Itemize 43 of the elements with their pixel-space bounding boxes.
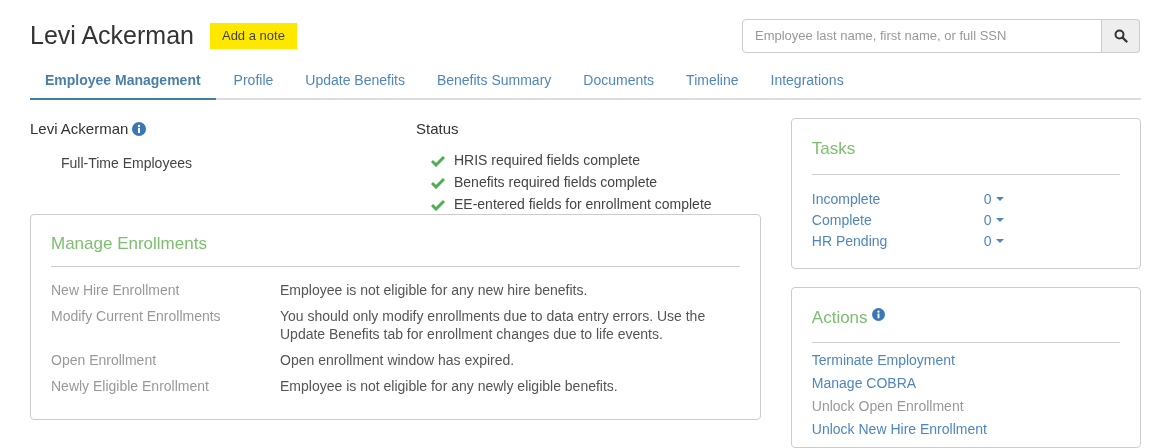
panel-title: Actions — [811, 306, 868, 329]
search-icon — [1113, 29, 1128, 43]
tab[interactable]: Timeline — [670, 62, 755, 98]
status-item: HRIS required fields complete — [454, 151, 640, 170]
tab[interactable]: Profile — [217, 62, 290, 98]
search-field[interactable]: Employee last name, first name, or full SSN — [742, 19, 1102, 53]
status-heading: Status — [416, 119, 460, 139]
enrollment-description: You should only modify enrollments due to data entry errors. Use the Update Benefits tab for enrollment changes due to life events. — [280, 307, 707, 343]
employee-name: Levi Ackerman — [30, 119, 129, 139]
enrollment-label: Newly Eligible Enrollment — [51, 377, 210, 395]
task-label: Complete — [811, 210, 873, 230]
task-count-dropdown[interactable]: 0 — [983, 188, 1004, 210]
enrollment-description: Employee is not eligible for any newly eligible benefits. — [280, 377, 619, 395]
status-item: EE-entered fields for enrollment complete — [454, 195, 712, 214]
tab[interactable]: Employee Management — [30, 62, 216, 100]
search-button[interactable] — [1102, 19, 1140, 53]
caret-icon — [995, 218, 1004, 222]
employee-name-title: Levi Ackerman — [30, 20, 194, 52]
task-count-dropdown[interactable]: 0 — [983, 230, 1004, 252]
action-link[interactable]: Unlock New Hire Enrollment — [811, 420, 1120, 439]
action-link[interactable]: Terminate Employment — [811, 351, 1120, 370]
caret-icon — [995, 197, 1004, 201]
enrollment-label: Modify Current Enrollments — [51, 307, 222, 326]
tab[interactable]: Documents — [567, 62, 671, 98]
info-icon[interactable] — [871, 307, 885, 321]
caret-icon — [995, 239, 1004, 243]
enrollment-label: New Hire Enrollment — [51, 281, 181, 299]
task-label: HR Pending — [811, 231, 889, 251]
status-item: Benefits required fields complete — [454, 173, 658, 192]
add-note-button[interactable]: Add a note — [209, 23, 297, 49]
panel-title: Manage Enrollments — [51, 230, 740, 267]
task-count-dropdown[interactable]: 0 — [983, 209, 1004, 231]
tab[interactable]: Benefits Summary — [420, 62, 568, 98]
info-icon[interactable] — [132, 122, 147, 137]
enrollment-description: Open enrollment window has expired. — [280, 351, 516, 369]
action-link[interactable]: Manage COBRA — [811, 374, 1120, 393]
tab[interactable]: Integrations — [754, 62, 860, 98]
task-label: Incomplete — [811, 189, 882, 209]
employee-group: Full-Time Employees — [61, 152, 416, 174]
enrollment-label: Open Enrollment — [51, 351, 158, 369]
enrollment-description: Employee is not eligible for any new hire benefits. — [280, 281, 589, 299]
panel-title: Tasks — [811, 136, 1120, 175]
tab[interactable]: Update Benefits — [289, 62, 421, 98]
